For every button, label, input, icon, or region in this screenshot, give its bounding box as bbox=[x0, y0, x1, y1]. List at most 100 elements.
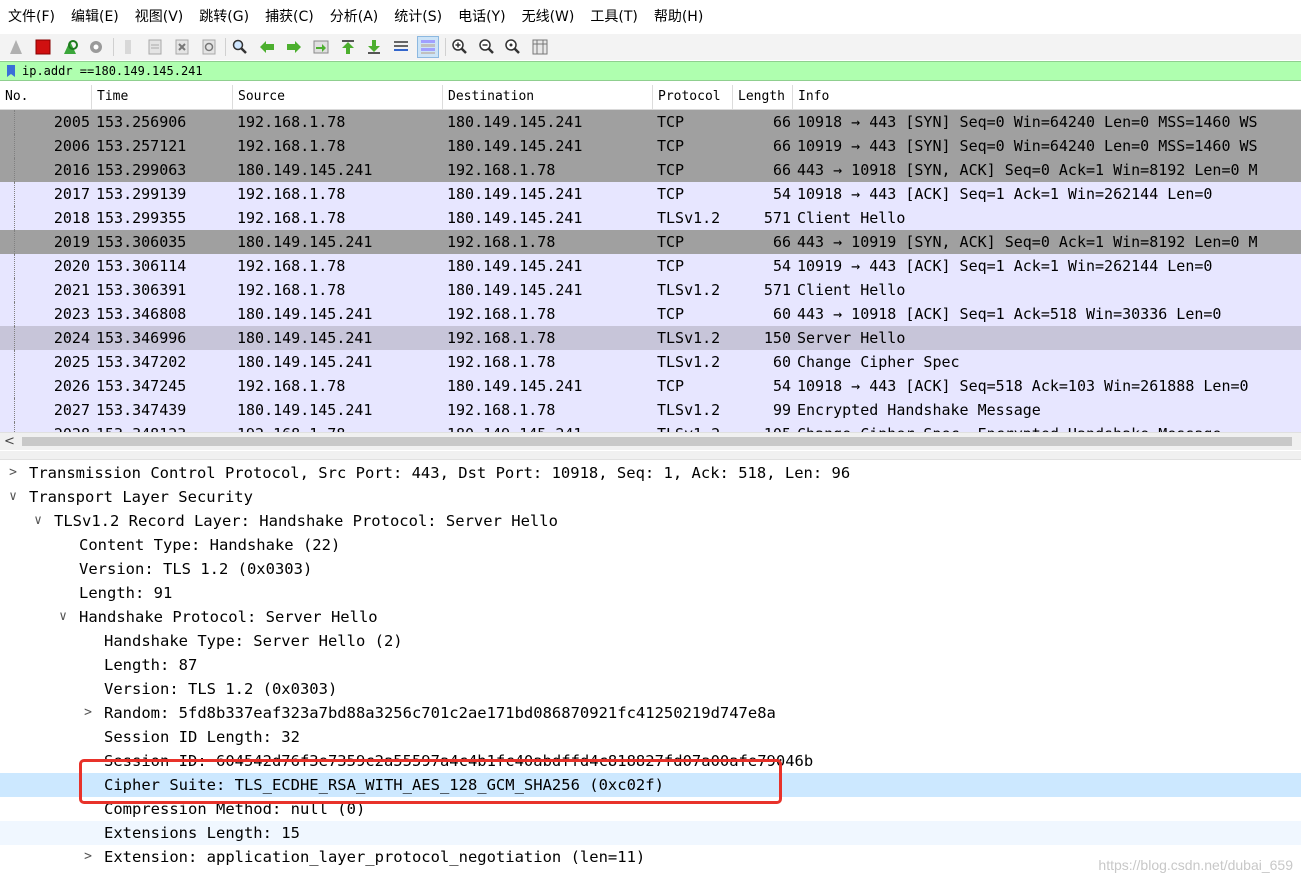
open-file-icon[interactable] bbox=[118, 37, 138, 57]
column-header-time[interactable]: Time bbox=[92, 85, 233, 109]
resize-columns-icon[interactable] bbox=[530, 37, 550, 57]
detail-tree-item[interactable]: Session ID: 604542d76f3e7359c2a55597a4c4… bbox=[0, 749, 1301, 773]
chevron-right-icon[interactable]: > bbox=[81, 845, 95, 869]
detail-tree-item[interactable]: Handshake Type: Server Hello (2) bbox=[0, 629, 1301, 653]
detail-tree-label: Transmission Control Protocol, Src Port:… bbox=[29, 464, 851, 482]
autoscroll-icon[interactable] bbox=[391, 37, 411, 57]
table-row[interactable]: 2018 153.299355 192.168.1.78 180.149.145.24… bbox=[0, 206, 1301, 230]
detail-tree-item[interactable]: ∨ TLSv1.2 Record Layer: Handshake Protoco… bbox=[0, 509, 1301, 533]
save-file-icon[interactable] bbox=[145, 37, 165, 57]
cell-time: 153.306035 bbox=[96, 233, 187, 251]
menu-item-1[interactable]: 编辑(E) bbox=[63, 0, 127, 34]
restart-icon[interactable] bbox=[60, 37, 80, 57]
table-row[interactable]: 2021 153.306391 192.168.1.78 180.149.145.24… bbox=[0, 278, 1301, 302]
cell-proto: TLSv1.2 bbox=[657, 281, 721, 299]
find-icon[interactable] bbox=[230, 37, 250, 57]
table-row[interactable]: 2026 153.347245 192.168.1.78 180.149.145.24… bbox=[0, 374, 1301, 398]
menu-item-6[interactable]: 统计(S) bbox=[386, 0, 450, 34]
menu-item-4[interactable]: 捕获(C) bbox=[257, 0, 322, 34]
menu-item-10[interactable]: 帮助(H) bbox=[646, 0, 711, 34]
chevron-right-icon[interactable]: > bbox=[6, 461, 20, 485]
cell-src: 180.149.145.241 bbox=[237, 353, 373, 371]
cell-src: 180.149.145.241 bbox=[237, 305, 373, 323]
cell-no: 2024 bbox=[53, 329, 90, 347]
zoom-reset-icon[interactable] bbox=[503, 37, 523, 57]
column-header-length[interactable]: Length bbox=[733, 85, 793, 109]
menu-item-3[interactable]: 跳转(G) bbox=[191, 0, 257, 34]
menu-item-9[interactable]: 工具(T) bbox=[582, 0, 645, 34]
menu-item-5[interactable]: 分析(A) bbox=[322, 0, 387, 34]
cell-time: 153.346808 bbox=[96, 305, 187, 323]
column-header-protocol[interactable]: Protocol bbox=[653, 85, 733, 109]
table-row[interactable]: 2017 153.299139 192.168.1.78 180.149.145.24… bbox=[0, 182, 1301, 206]
detail-tree-item[interactable]: Length: 87 bbox=[0, 653, 1301, 677]
go-to-packet-icon[interactable] bbox=[311, 37, 331, 57]
table-row[interactable]: 2023 153.346808 180.149.145.241 192.168.1.7… bbox=[0, 302, 1301, 326]
display-filter-input[interactable] bbox=[22, 62, 1222, 80]
cell-time: 153.306391 bbox=[96, 281, 187, 299]
detail-tree-item[interactable]: ∨ Handshake Protocol: Server Hello bbox=[0, 605, 1301, 629]
cell-len: 54 bbox=[772, 377, 791, 395]
cell-info: Client Hello bbox=[797, 209, 906, 227]
cell-src: 180.149.145.241 bbox=[237, 329, 373, 347]
chevron-down-icon[interactable]: ∨ bbox=[56, 605, 70, 629]
cell-time: 153.299063 bbox=[96, 161, 187, 179]
menu-item-8[interactable]: 无线(W) bbox=[514, 0, 583, 34]
close-file-icon[interactable] bbox=[172, 37, 192, 57]
table-row[interactable]: 2028 153.348123 192.168.1.78 180.149.145.24… bbox=[0, 422, 1301, 432]
table-row[interactable]: 2020 153.306114 192.168.1.78 180.149.145.24… bbox=[0, 254, 1301, 278]
column-header-info[interactable]: Info bbox=[793, 85, 1301, 109]
options-gear-icon[interactable] bbox=[86, 37, 106, 57]
detail-tree-item[interactable]: > Transmission Control Protocol, Src Port… bbox=[0, 461, 1301, 485]
pane-splitter[interactable] bbox=[0, 451, 1301, 460]
bookmark-icon[interactable] bbox=[4, 63, 18, 79]
menu-item-2[interactable]: 视图(V) bbox=[127, 0, 192, 34]
back-arrow-icon[interactable] bbox=[257, 37, 277, 57]
colorize-icon[interactable] bbox=[416, 36, 439, 58]
column-header-destination[interactable]: Destination bbox=[443, 85, 653, 109]
scroll-left-icon[interactable]: < bbox=[4, 434, 15, 449]
chevron-right-icon[interactable]: > bbox=[81, 701, 95, 725]
cell-dst: 192.168.1.78 bbox=[447, 305, 556, 323]
table-row[interactable]: 2025 153.347202 180.149.145.241 192.168.1.7… bbox=[0, 350, 1301, 374]
chevron-down-icon[interactable]: ∨ bbox=[6, 485, 20, 509]
menu-item-0[interactable]: 文件(F) bbox=[0, 0, 63, 34]
first-packet-icon[interactable] bbox=[338, 37, 358, 57]
chevron-down-icon[interactable]: ∨ bbox=[31, 509, 45, 533]
shark-fin-start-icon[interactable] bbox=[6, 37, 26, 57]
detail-tree-item[interactable]: Compression Method: null (0) bbox=[0, 797, 1301, 821]
table-row[interactable]: 2024 153.346996 180.149.145.241 192.168.1.7… bbox=[0, 326, 1301, 350]
detail-tree-label: Cipher Suite: TLS_ECDHE_RSA_WITH_AES_128… bbox=[104, 776, 664, 794]
table-row[interactable]: 2005 153.256906 192.168.1.78 180.149.145.24… bbox=[0, 110, 1301, 134]
zoom-out-icon[interactable] bbox=[477, 37, 497, 57]
reload-icon[interactable] bbox=[199, 37, 219, 57]
scrollbar-thumb[interactable] bbox=[22, 437, 1292, 446]
detail-tree-item[interactable]: Extensions Length: 15 bbox=[0, 821, 1301, 845]
table-row[interactable]: 2006 153.257121 192.168.1.78 180.149.145.24… bbox=[0, 134, 1301, 158]
detail-tree-item[interactable]: Content Type: Handshake (22) bbox=[0, 533, 1301, 557]
forward-arrow-icon[interactable] bbox=[284, 37, 304, 57]
stop-square-icon[interactable] bbox=[33, 37, 53, 57]
last-packet-icon[interactable] bbox=[364, 37, 384, 57]
zoom-in-icon[interactable] bbox=[450, 37, 470, 57]
main-toolbar bbox=[0, 34, 1301, 60]
cell-dst: 192.168.1.78 bbox=[447, 401, 556, 419]
detail-tree-item[interactable]: ∨ Transport Layer Security bbox=[0, 485, 1301, 509]
detail-tree-item[interactable]: Cipher Suite: TLS_ECDHE_RSA_WITH_AES_128… bbox=[0, 773, 1301, 797]
menu-item-7[interactable]: 电话(Y) bbox=[450, 0, 513, 34]
column-header-source[interactable]: Source bbox=[233, 85, 443, 109]
cell-info: 10918 → 443 [ACK] Seq=518 Ack=103 Win=26… bbox=[797, 377, 1249, 395]
cell-no: 2019 bbox=[53, 233, 90, 251]
table-row[interactable]: 2019 153.306035 180.149.145.241 192.168.1.7… bbox=[0, 230, 1301, 254]
detail-tree-item[interactable]: Length: 91 bbox=[0, 581, 1301, 605]
cell-len: 60 bbox=[772, 353, 791, 371]
table-row[interactable]: 2016 153.299063 180.149.145.241 192.168.1.7… bbox=[0, 158, 1301, 182]
horizontal-scrollbar[interactable]: < bbox=[0, 432, 1301, 450]
table-row[interactable]: 2027 153.347439 180.149.145.241 192.168.1.7… bbox=[0, 398, 1301, 422]
detail-tree-item[interactable]: Session ID Length: 32 bbox=[0, 725, 1301, 749]
column-header-no[interactable]: No. bbox=[0, 85, 92, 109]
detail-tree-item[interactable]: > Random: 5fd8b337eaf323a7bd88a3256c701c2… bbox=[0, 701, 1301, 725]
cell-proto: TLSv1.2 bbox=[657, 329, 721, 347]
detail-tree-item[interactable]: Version: TLS 1.2 (0x0303) bbox=[0, 557, 1301, 581]
detail-tree-item[interactable]: Version: TLS 1.2 (0x0303) bbox=[0, 677, 1301, 701]
